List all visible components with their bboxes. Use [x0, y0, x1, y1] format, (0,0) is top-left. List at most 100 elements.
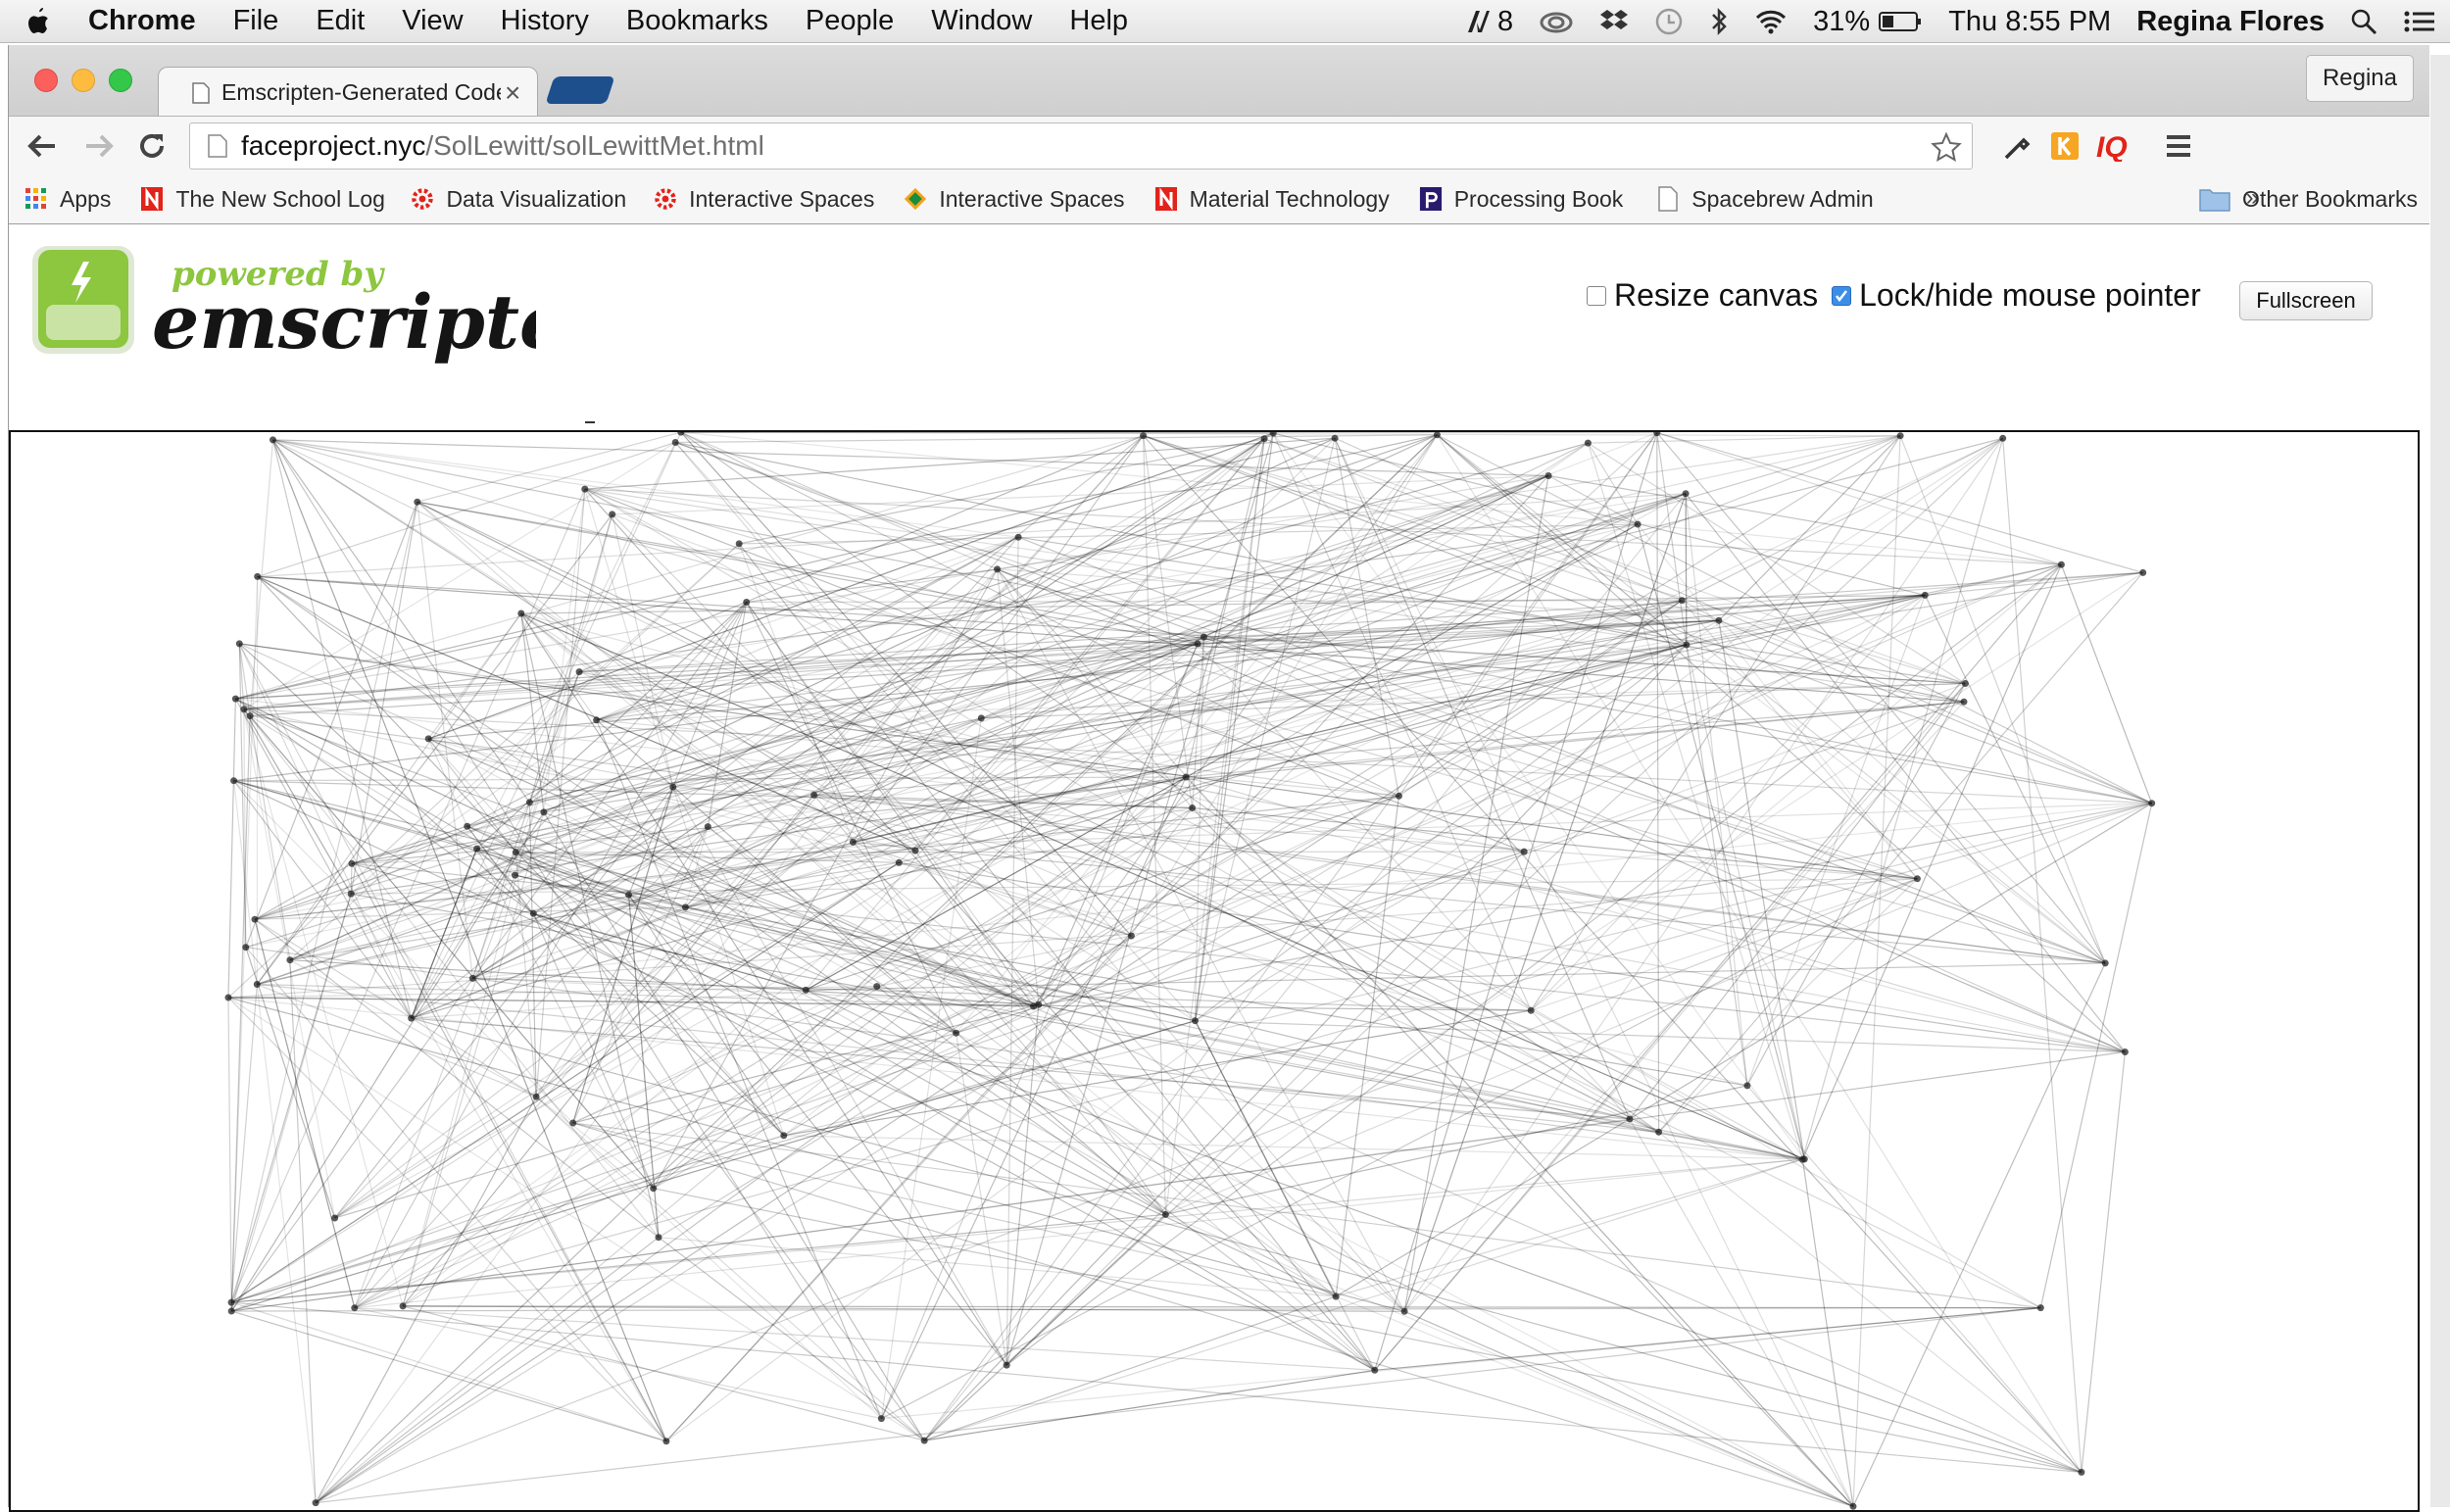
- bookmark-spacebrew-admin[interactable]: Spacebrew Admin: [1656, 186, 1873, 213]
- new-school-icon: [140, 187, 164, 211]
- user-name[interactable]: Regina Flores: [2136, 6, 2325, 38]
- network-line: [231, 576, 258, 1311]
- network-line: [881, 879, 1917, 1419]
- network-node: [425, 735, 432, 742]
- clock[interactable]: Thu 8:55 PM: [1948, 6, 2111, 38]
- network-node: [351, 1304, 358, 1311]
- network-node: [464, 823, 470, 830]
- network-node: [526, 799, 533, 805]
- battery-status[interactable]: 31%: [1813, 6, 1923, 38]
- network-line: [1196, 438, 1336, 1020]
- network-node: [850, 839, 857, 846]
- network-node: [1961, 699, 1968, 706]
- network-line: [1686, 494, 1687, 645]
- network-node: [994, 565, 1001, 572]
- menu-window[interactable]: Window: [931, 5, 1032, 37]
- tab-close-icon[interactable]: ×: [505, 77, 520, 109]
- fullscreen-button[interactable]: Fullscreen: [2239, 281, 2373, 320]
- network-node: [512, 872, 518, 879]
- network-node: [473, 846, 480, 853]
- network-line: [659, 1006, 1034, 1238]
- network-node: [873, 983, 880, 990]
- reload-button[interactable]: [132, 126, 172, 166]
- network-line: [1531, 436, 1900, 1010]
- network-node: [625, 892, 632, 899]
- network-line: [654, 1189, 2082, 1473]
- network-line: [1687, 645, 1804, 1159]
- menu-edit[interactable]: Edit: [316, 5, 365, 37]
- network-node: [1261, 435, 1268, 442]
- bookmark-processing-book[interactable]: Processing Book: [1419, 186, 1624, 213]
- spotlight-icon[interactable]: [2350, 8, 2377, 35]
- forward-button[interactable]: [79, 126, 119, 166]
- creative-cloud-icon[interactable]: [1539, 9, 1574, 34]
- network-line: [355, 1159, 1805, 1308]
- network-node: [1200, 634, 1207, 641]
- bookmark-interactive-spaces-1[interactable]: Interactive Spaces: [654, 186, 874, 213]
- tab-active[interactable]: Emscripten-Generated Code ×: [158, 67, 538, 118]
- close-window-button[interactable]: [34, 69, 58, 92]
- menu-file[interactable]: File: [233, 5, 279, 37]
- time-machine-icon[interactable]: [1654, 7, 1684, 36]
- adobe-status[interactable]: 8: [1466, 6, 1513, 38]
- network-line: [1659, 879, 1918, 1133]
- bluetooth-icon[interactable]: [1709, 7, 1729, 36]
- network-node: [1333, 1293, 1340, 1300]
- network-node: [1850, 1503, 1857, 1510]
- resize-canvas-checkbox[interactable]: [1587, 286, 1606, 306]
- network-line: [1588, 436, 1900, 443]
- network-node: [225, 995, 232, 1001]
- chrome-menu-icon[interactable]: [2161, 128, 2196, 164]
- network-node: [517, 610, 524, 617]
- menu-bookmarks[interactable]: Bookmarks: [626, 5, 768, 37]
- profile-button[interactable]: Regina: [2306, 55, 2414, 102]
- back-button[interactable]: [23, 126, 62, 166]
- lock-pointer-checkbox[interactable]: [1832, 286, 1851, 306]
- gear-red-icon: [411, 187, 434, 211]
- network-line: [573, 438, 2003, 1123]
- network-node: [650, 1185, 657, 1192]
- network-line: [924, 1370, 1375, 1440]
- network-node: [1683, 490, 1690, 497]
- network-node: [286, 956, 293, 963]
- new-tab-button[interactable]: [545, 76, 614, 104]
- apple-icon[interactable]: [22, 5, 55, 38]
- bookmark-new-school[interactable]: The New School Log: [140, 186, 393, 213]
- bookmark-label: The New School Log: [175, 186, 393, 213]
- bookmark-interactive-spaces-2[interactable]: Interactive Spaces: [904, 186, 1124, 213]
- network-line: [521, 595, 1926, 613]
- other-bookmarks-button[interactable]: Other Bookmarks: [2199, 174, 2418, 223]
- wifi-icon[interactable]: [1754, 9, 1788, 34]
- canvas-blank-margin: [2209, 432, 2418, 1510]
- network-line: [1196, 1021, 1337, 1296]
- network-node: [1015, 534, 1022, 541]
- minimize-window-button[interactable]: [72, 69, 95, 92]
- canvas-controls: Resize canvas Lock/hide mouse pointer: [1587, 277, 2201, 314]
- iq-extension-icon[interactable]: IQ: [2094, 128, 2137, 164]
- kippt-extension-icon[interactable]: [2047, 128, 2082, 164]
- menu-view[interactable]: View: [402, 5, 463, 37]
- menu-app-name[interactable]: Chrome: [88, 5, 196, 37]
- network-node: [1683, 642, 1690, 649]
- network-node: [530, 910, 537, 917]
- bookmark-data-visualization[interactable]: Data Visualization: [411, 186, 626, 213]
- network-line: [806, 990, 1853, 1506]
- bookmark-apps[interactable]: Apps: [24, 186, 111, 213]
- bookmark-label: Spacebrew Admin: [1691, 186, 1873, 213]
- zoom-window-button[interactable]: [109, 69, 132, 92]
- emscripten-canvas[interactable]: [9, 430, 2420, 1512]
- dropbox-icon[interactable]: [1599, 8, 1629, 35]
- notification-center-icon[interactable]: [2403, 9, 2436, 34]
- bookmark-material-technology[interactable]: Material Technology: [1154, 186, 1390, 213]
- network-node: [232, 696, 239, 703]
- eyedropper-extension-icon[interactable]: [2000, 128, 2035, 164]
- address-bar[interactable]: faceproject.nyc/SolLewitt/solLewittMet.h…: [189, 122, 1973, 170]
- network-node: [780, 1132, 787, 1139]
- bookmark-star-icon[interactable]: [1931, 131, 1962, 163]
- network-node: [1743, 1082, 1750, 1089]
- menu-history[interactable]: History: [501, 5, 589, 37]
- menu-help[interactable]: Help: [1069, 5, 1128, 37]
- menu-people[interactable]: People: [806, 5, 894, 37]
- network-node: [1528, 1007, 1535, 1014]
- network-line: [1588, 443, 1965, 683]
